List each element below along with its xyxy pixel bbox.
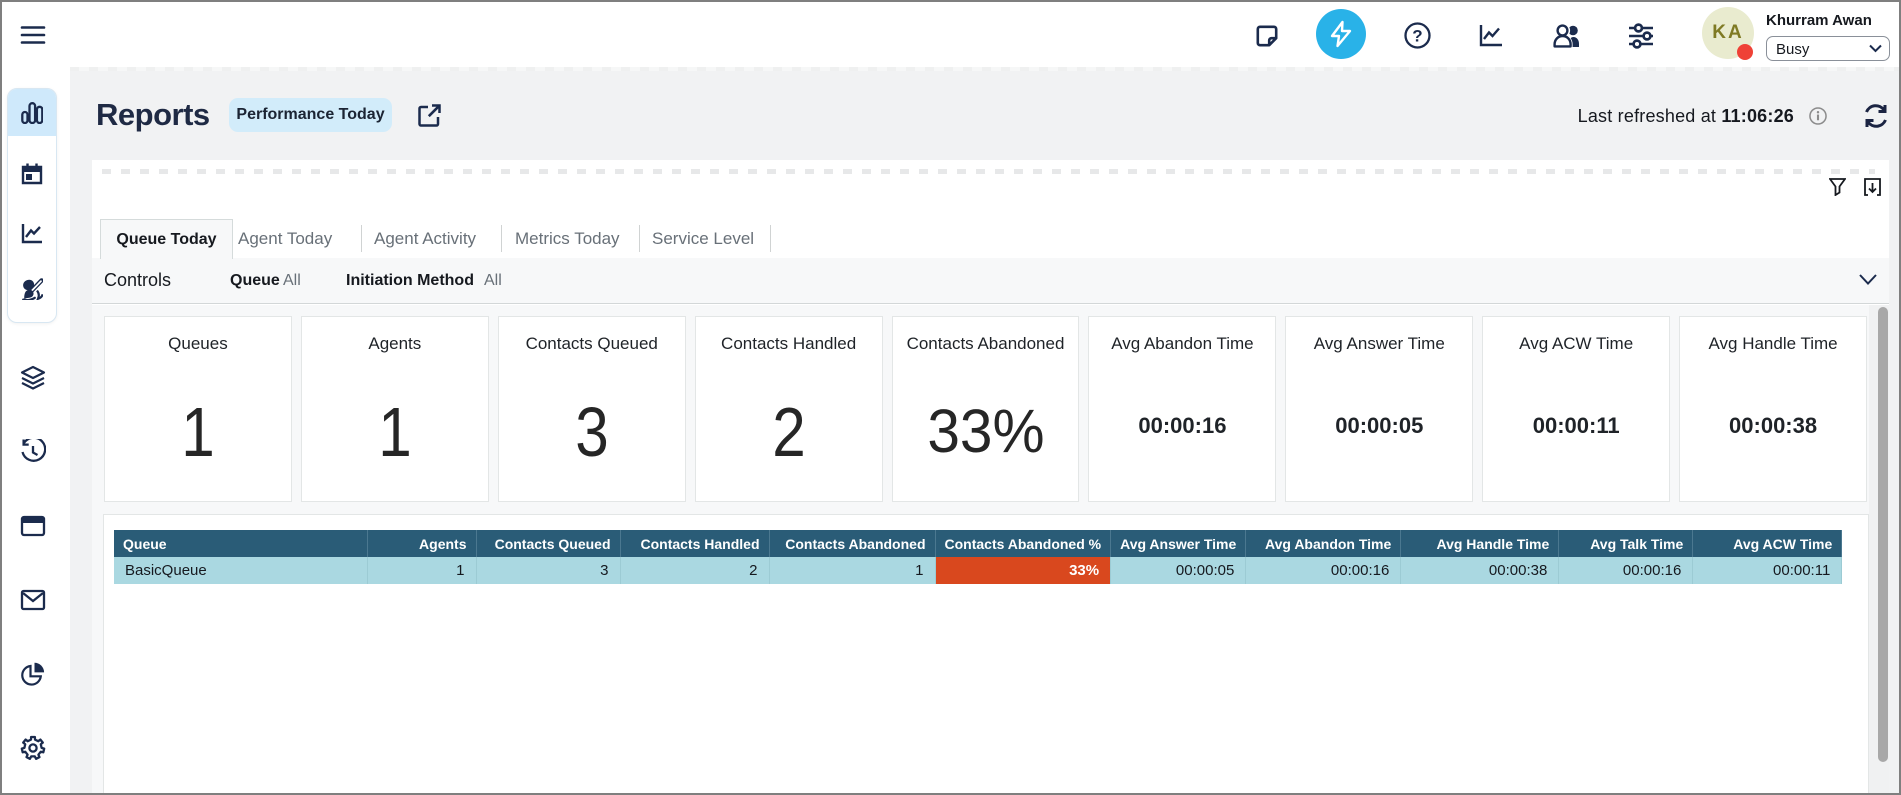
svg-text:?: ? (1412, 27, 1422, 46)
